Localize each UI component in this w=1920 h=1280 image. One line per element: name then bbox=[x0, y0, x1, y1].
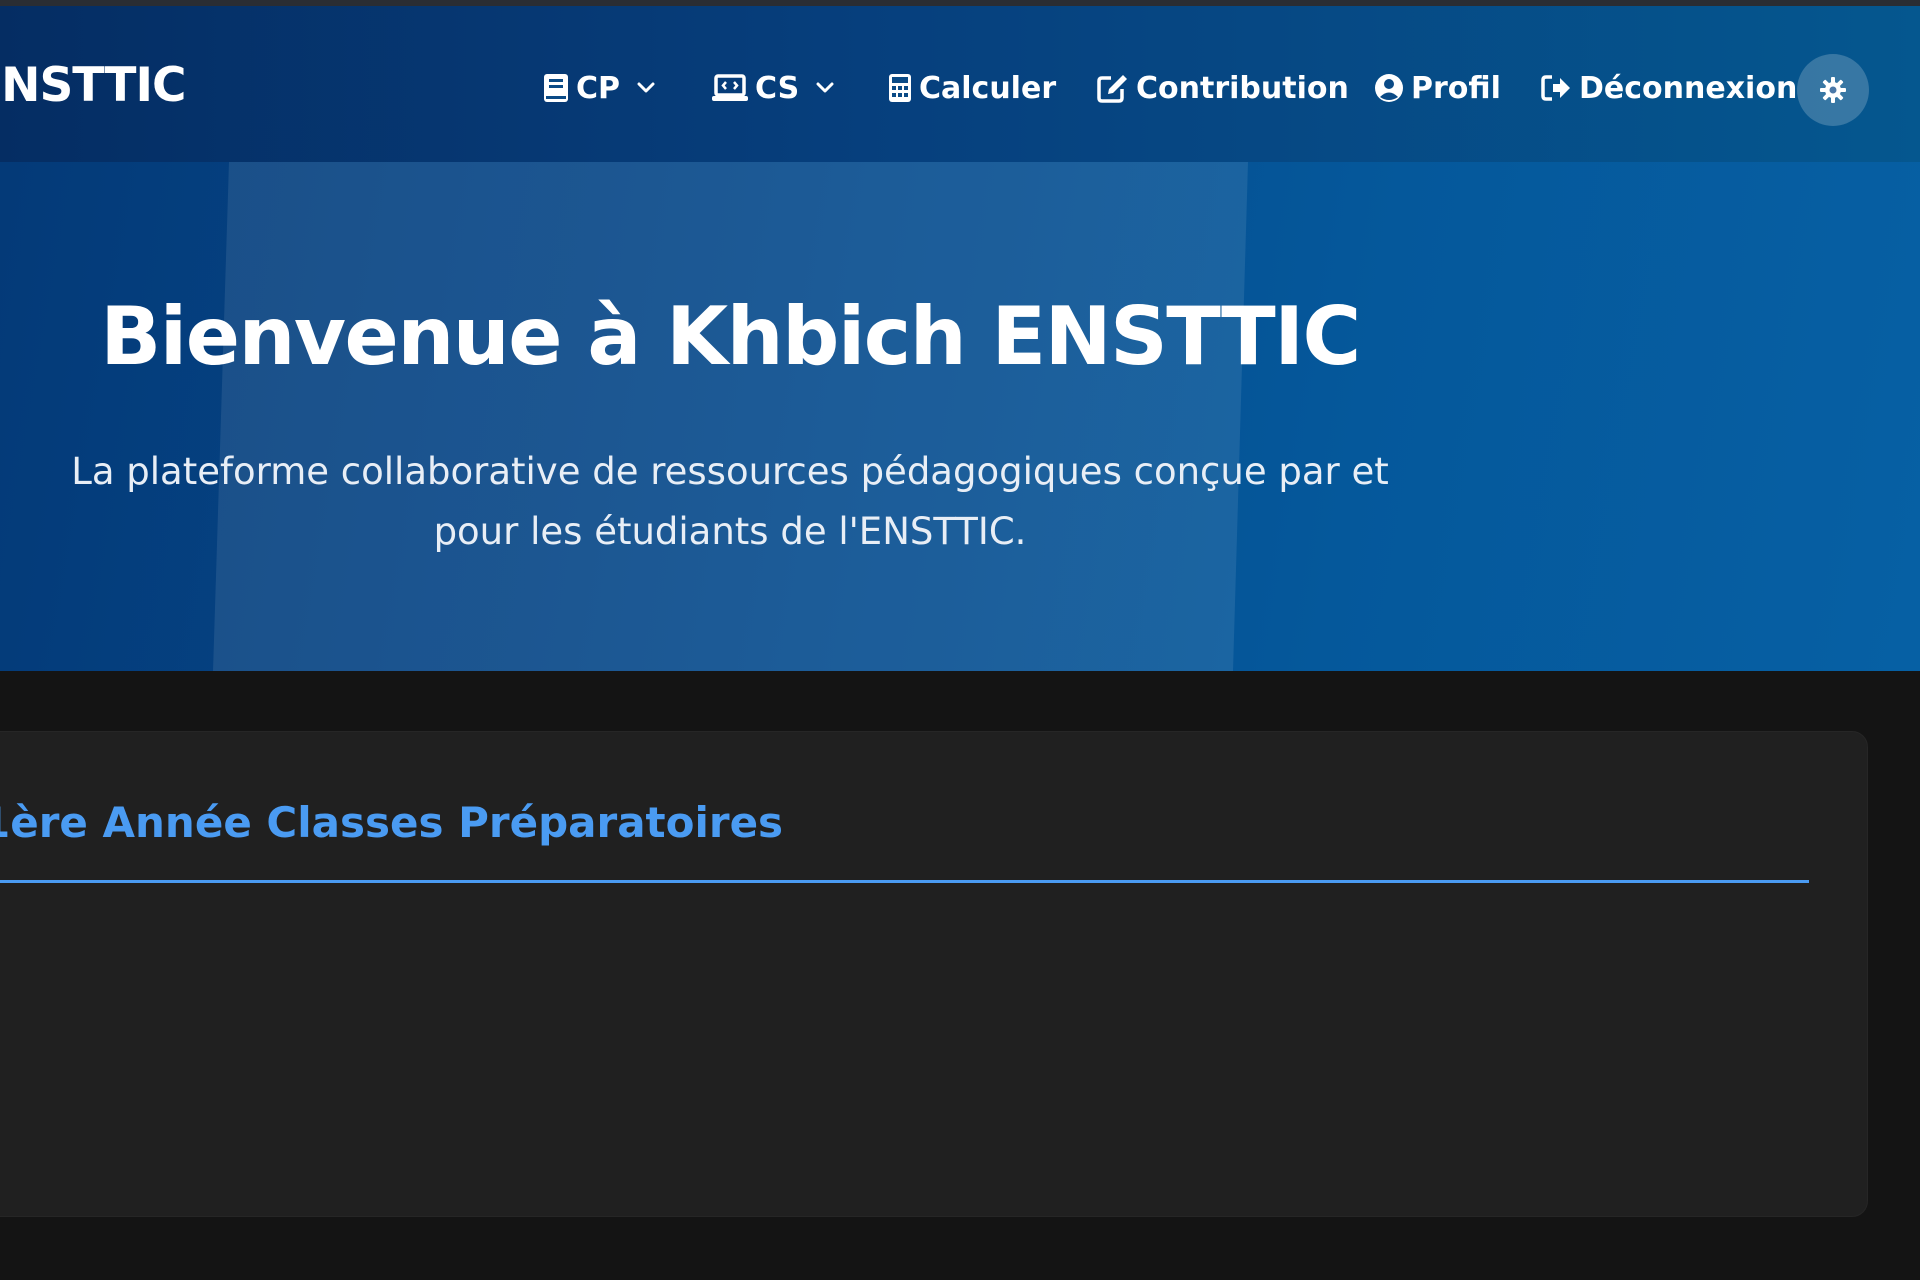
sign-out-icon bbox=[1541, 75, 1570, 101]
nav-item-deconnexion[interactable]: Déconnexion bbox=[1540, 64, 1797, 112]
hero-subtitle-line-2: pour les étudiants de l'ENSTTIC. bbox=[433, 510, 1027, 553]
brand-logo-text[interactable]: ENSTTIC bbox=[0, 58, 186, 113]
edit-icon bbox=[1097, 75, 1127, 103]
nav-item-cp-label: CP bbox=[576, 70, 621, 106]
section-title: 1ère Année Classes Préparatoires bbox=[0, 798, 784, 847]
chevron-down-icon bbox=[816, 82, 834, 93]
nav-item-deconnexion-label: Déconnexion bbox=[1579, 70, 1798, 106]
hero-subtitle-line-1: La plateforme collaborative de ressource… bbox=[71, 450, 1389, 493]
nav-item-cp[interactable]: CP bbox=[543, 64, 655, 112]
chevron-down-icon bbox=[637, 82, 655, 93]
calculator-icon bbox=[889, 74, 911, 102]
hero-title: Bienvenue à Khbich ENSTTIC bbox=[100, 290, 1361, 383]
gear-icon bbox=[1820, 77, 1846, 103]
nav-item-profil[interactable]: Profil bbox=[1374, 64, 1501, 112]
book-icon bbox=[544, 74, 568, 102]
section-divider bbox=[0, 880, 1809, 883]
nav-item-cs-label: CS bbox=[755, 70, 800, 106]
hero-banner bbox=[0, 162, 1920, 671]
settings-button[interactable] bbox=[1797, 54, 1869, 126]
nav-item-contribution[interactable]: Contribution bbox=[1097, 64, 1349, 112]
nav-item-cs[interactable]: CS bbox=[712, 64, 834, 112]
nav-item-profil-label: Profil bbox=[1411, 70, 1501, 106]
hero-subtitle: La plateforme collaborative de ressource… bbox=[30, 442, 1430, 562]
user-circle-icon bbox=[1375, 74, 1403, 102]
laptop-code-icon bbox=[712, 74, 748, 101]
hero-decorative-panel bbox=[213, 162, 1248, 671]
nav-item-contribution-label: Contribution bbox=[1136, 70, 1349, 106]
nav-item-calculer[interactable]: Calculer bbox=[888, 64, 1056, 112]
navbar: ENSTTIC CP CS bbox=[0, 6, 1920, 162]
section-card: 1ère Année Classes Préparatoires bbox=[0, 731, 1868, 1217]
nav-item-calculer-label: Calculer bbox=[919, 70, 1057, 106]
